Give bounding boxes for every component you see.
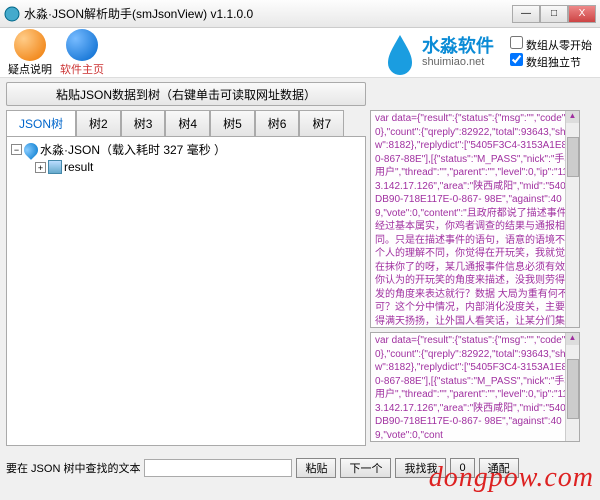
toolbar: 疑点说明 软件主页 水淼软件 shuimiao.net 数组从零开始 数组独立节 [0, 28, 600, 78]
content-area: JSON树 树2 树3 树4 树5 树6 树7 − 水淼·JSON（载入耗时 3… [0, 110, 600, 446]
search-bar: 要在 JSON 树中查找的文本 粘贴 下一个 我找我 0 通配 [6, 458, 594, 478]
scroll-up-icon[interactable]: ▲ [566, 111, 579, 123]
brand-name: 水淼软件 [422, 37, 494, 57]
next-button[interactable]: 下一个 [340, 458, 391, 478]
scrollbar-top[interactable]: ▲ [565, 111, 579, 327]
brand-url: shuimiao.net [422, 56, 494, 68]
option-zero-start[interactable]: 数组从零开始 [510, 36, 592, 53]
expand-icon[interactable]: + [35, 162, 46, 173]
tab-json-tree[interactable]: JSON树 [6, 110, 76, 136]
help-button[interactable]: 疑点说明 [8, 29, 52, 77]
scroll-thumb[interactable] [567, 137, 579, 177]
droplet-icon [21, 140, 41, 160]
wildcard-button[interactable]: 通配 [479, 458, 519, 478]
tree-tabs: JSON树 树2 树3 树4 树5 树6 树7 [6, 110, 366, 136]
scrollbar-bottom[interactable]: ▲ [565, 333, 579, 441]
checkbox-array[interactable] [510, 53, 523, 66]
minimize-button[interactable]: — [512, 5, 540, 23]
checkbox-zero[interactable] [510, 36, 523, 49]
root-label: 水淼·JSON（载入耗时 327 毫秒 ） [40, 141, 226, 158]
left-pane: JSON树 树2 树3 树4 树5 树6 树7 − 水淼·JSON（载入耗时 3… [6, 110, 366, 446]
tree-root-node[interactable]: − 水淼·JSON（载入耗时 327 毫秒 ） [11, 141, 361, 158]
code-view-bottom[interactable]: var data={"result":{"status":{"msg":"","… [370, 332, 580, 442]
window-title: 水淼·JSON解析助手(smJsonView) v1.1.0.0 [24, 5, 512, 22]
object-icon [48, 160, 62, 174]
tab-tree7[interactable]: 树7 [299, 110, 344, 136]
tab-tree6[interactable]: 树6 [255, 110, 300, 136]
code-view-top[interactable]: var data={"result":{"status":{"msg":"","… [370, 110, 580, 328]
find-button[interactable]: 我找我 [395, 458, 446, 478]
window-controls: — □ X [512, 5, 596, 23]
tree-view[interactable]: − 水淼·JSON（载入耗时 327 毫秒 ） + result [6, 136, 366, 446]
code-bottom-text: var data={"result":{"status":{"msg":"","… [375, 335, 574, 441]
paste-button[interactable]: 粘贴 [296, 458, 336, 478]
child-label: result [64, 160, 93, 174]
search-label: 要在 JSON 树中查找的文本 [6, 460, 140, 476]
help-icon [14, 29, 46, 61]
brand-block: 水淼软件 shuimiao.net [382, 31, 494, 75]
tab-tree3[interactable]: 树3 [121, 110, 166, 136]
scroll-up-icon[interactable]: ▲ [566, 333, 579, 345]
paste-json-button[interactable]: 粘贴JSON数据到树（右键单击可读取网址数据） [6, 82, 366, 106]
option-array-sep[interactable]: 数组独立节 [510, 53, 592, 70]
scroll-thumb[interactable] [567, 359, 579, 419]
tab-tree5[interactable]: 树5 [210, 110, 255, 136]
paste-bar: 粘贴JSON数据到树（右键单击可读取网址数据） [0, 78, 600, 110]
home-button[interactable]: 软件主页 [60, 29, 104, 77]
zero-button[interactable]: 0 [450, 458, 474, 478]
app-icon [4, 6, 20, 22]
tab-tree2[interactable]: 树2 [76, 110, 121, 136]
close-button[interactable]: X [568, 5, 596, 23]
tree-child-node[interactable]: + result [11, 160, 361, 174]
collapse-icon[interactable]: − [11, 144, 22, 155]
help-label: 疑点说明 [8, 61, 52, 77]
right-pane: var data={"result":{"status":{"msg":"","… [370, 110, 580, 446]
code-top-text: var data={"result":{"status":{"msg":"","… [375, 113, 575, 328]
globe-icon [66, 29, 98, 61]
tab-tree4[interactable]: 树4 [165, 110, 210, 136]
home-label: 软件主页 [60, 61, 104, 77]
titlebar: 水淼·JSON解析助手(smJsonView) v1.1.0.0 — □ X [0, 0, 600, 28]
maximize-button[interactable]: □ [540, 5, 568, 23]
options-panel: 数组从零开始 数组独立节 [502, 36, 592, 70]
search-input[interactable] [144, 459, 292, 477]
brand-logo-icon [382, 31, 418, 75]
